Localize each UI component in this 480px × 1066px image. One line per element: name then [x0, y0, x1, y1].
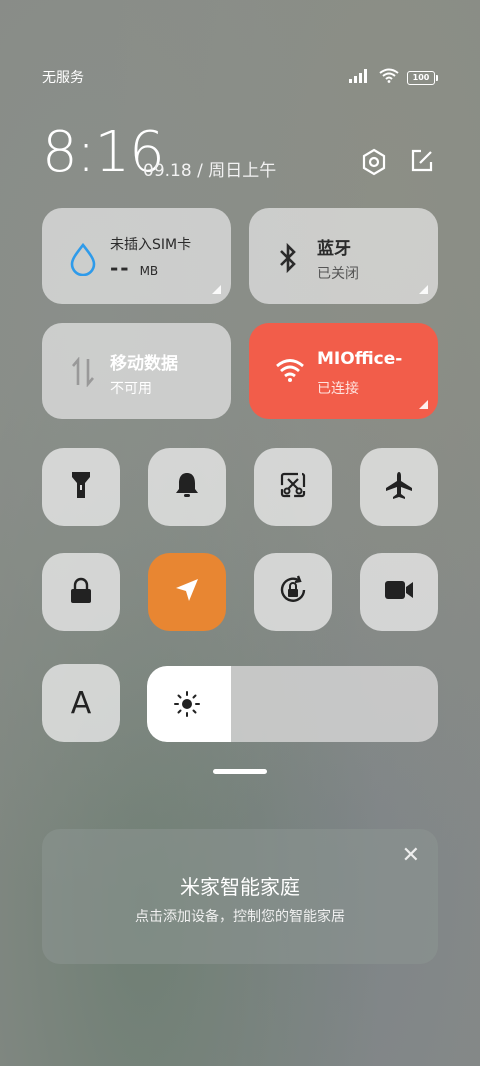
- mi-home-card[interactable]: ✕ 米家智能家庭 点击添加设备，控制您的智能家居: [42, 829, 438, 964]
- sun-icon: [173, 690, 201, 722]
- lock-icon: [69, 576, 93, 608]
- airplane-icon: [384, 470, 414, 504]
- flashlight-button[interactable]: [42, 448, 120, 526]
- airplane-mode-button[interactable]: [360, 448, 438, 526]
- video-camera-icon: [384, 579, 414, 605]
- auto-brightness-button[interactable]: A: [42, 664, 120, 742]
- mi-home-subtitle: 点击添加设备，控制您的智能家居: [135, 909, 345, 925]
- bluetooth-tile[interactable]: 蓝牙 已关闭: [249, 208, 438, 304]
- lock-screen-button[interactable]: [42, 553, 120, 631]
- sim-data-tile[interactable]: 未插入SIM卡 -- MB: [42, 208, 231, 304]
- carrier-status: 无服务: [42, 70, 84, 86]
- wifi-status-icon: [379, 68, 399, 87]
- location-button[interactable]: [148, 553, 226, 631]
- data-arrows-icon: [70, 356, 96, 391]
- rotation-lock-button[interactable]: [254, 553, 332, 631]
- wifi-network-name: MIOffice-: [317, 349, 403, 369]
- screenshot-button[interactable]: [254, 448, 332, 526]
- brightness-slider[interactable]: [147, 666, 438, 742]
- bell-icon: [174, 471, 200, 503]
- header-actions: [361, 148, 435, 180]
- edit-icon[interactable]: [409, 148, 435, 180]
- auto-brightness-label: A: [70, 685, 92, 721]
- flashlight-icon: [71, 470, 91, 504]
- sim-usage-unit: MB: [139, 264, 159, 278]
- bluetooth-title: 蓝牙: [317, 239, 351, 259]
- settings-gear-icon[interactable]: [361, 148, 387, 180]
- rotation-lock-icon: [277, 574, 309, 610]
- tile-expand-indicator: [419, 285, 428, 294]
- mobile-data-title: 移动数据: [110, 354, 178, 374]
- sim-usage: -- MB: [110, 256, 158, 280]
- drag-handle[interactable]: [213, 769, 267, 774]
- mi-home-title: 米家智能家庭: [180, 875, 300, 899]
- signal-icon: [349, 68, 371, 87]
- screen-record-button[interactable]: [360, 553, 438, 631]
- wifi-icon: [275, 357, 305, 387]
- sim-usage-value: --: [110, 256, 140, 280]
- battery-icon: 100: [407, 70, 438, 85]
- bluetooth-icon: [277, 242, 299, 278]
- mobile-data-tile[interactable]: 移动数据 不可用: [42, 323, 231, 419]
- clock-date: 09.18 / 周日上午: [143, 161, 277, 181]
- tile-expand-indicator: [419, 400, 428, 409]
- status-icons: 100: [349, 68, 438, 87]
- screenshot-scissors-icon: [279, 471, 307, 503]
- close-icon[interactable]: ✕: [402, 843, 420, 868]
- location-arrow-icon: [174, 577, 200, 607]
- wifi-tile[interactable]: MIOffice- 已连接: [249, 323, 438, 419]
- water-drop-icon: [68, 242, 98, 280]
- wifi-state: 已连接: [317, 381, 359, 397]
- ringer-button[interactable]: [148, 448, 226, 526]
- sim-title: 未插入SIM卡: [110, 237, 192, 253]
- mobile-data-state: 不可用: [110, 381, 152, 397]
- tile-expand-indicator: [212, 285, 221, 294]
- bluetooth-state: 已关闭: [317, 266, 359, 282]
